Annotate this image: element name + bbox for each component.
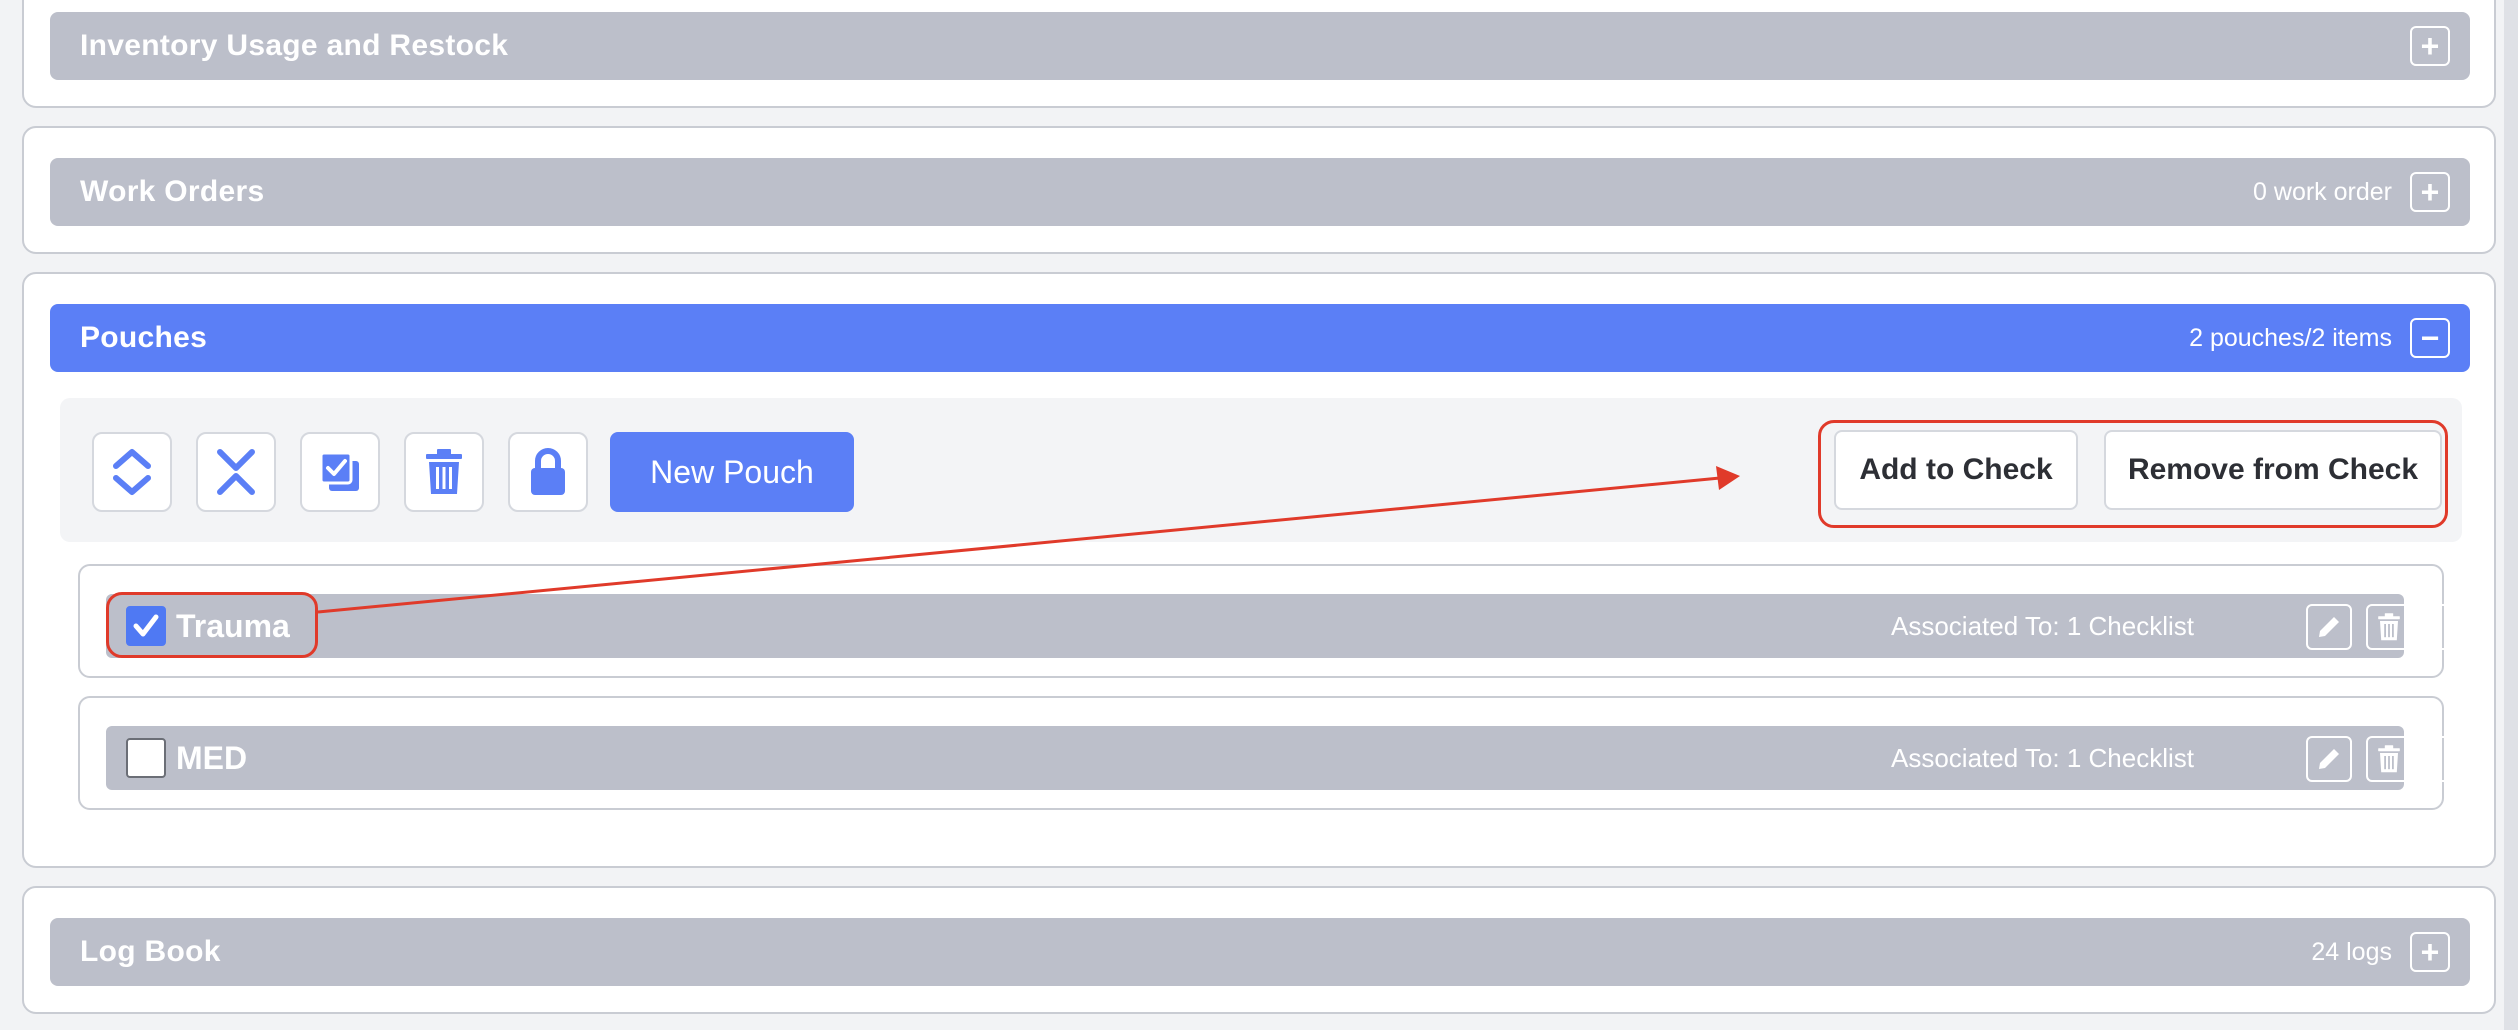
page-background: Inventory Usage and Restock + Work Order… (0, 0, 2518, 1030)
annotation-arrow (317, 466, 1740, 614)
